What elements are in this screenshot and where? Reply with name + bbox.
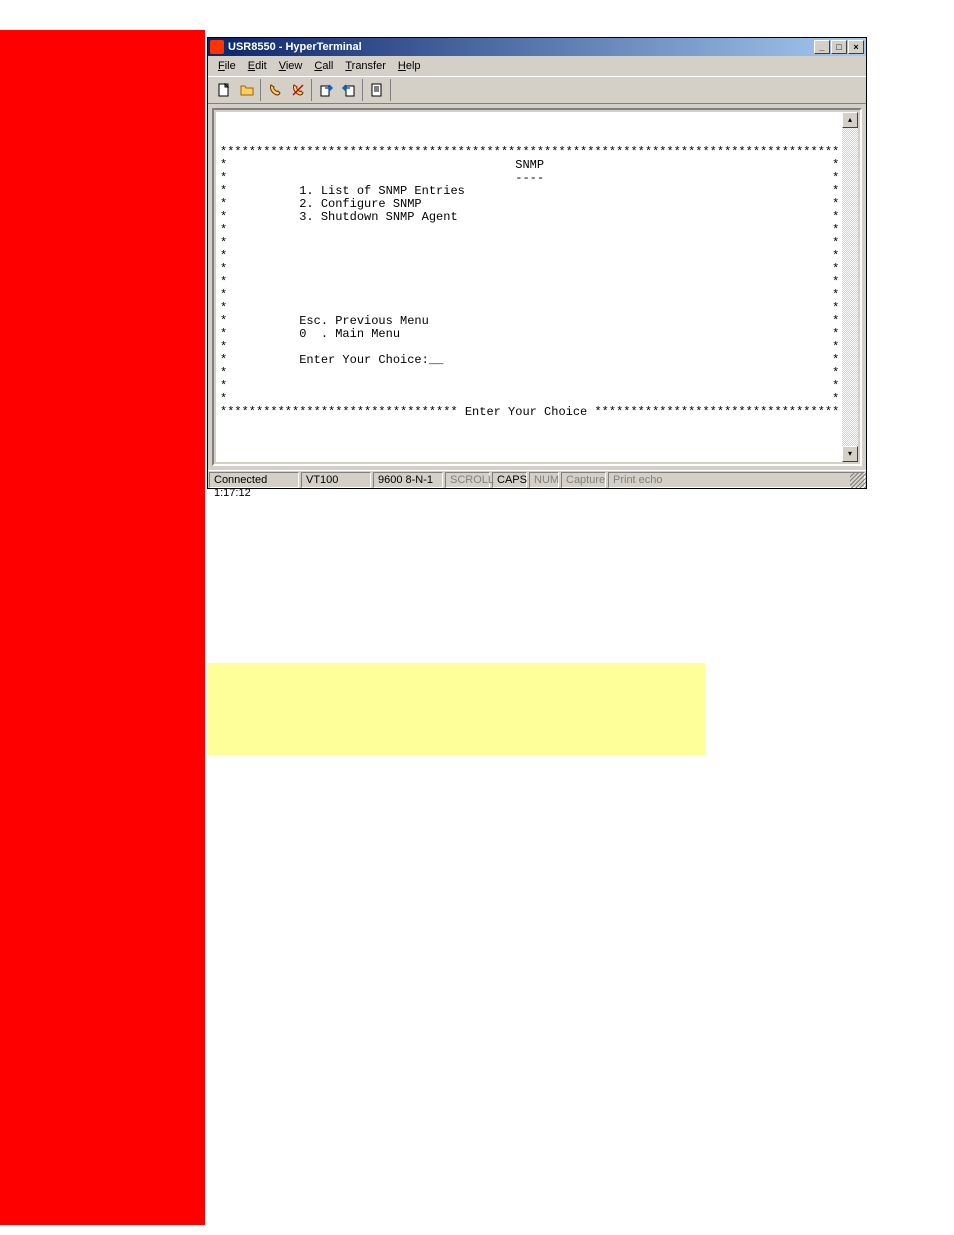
terminal-output[interactable]: ****************************************… [216, 112, 842, 462]
receive-icon[interactable] [337, 79, 360, 101]
status-capture: Capture [561, 472, 606, 488]
status-caps: CAPS [492, 472, 527, 488]
app-icon [210, 40, 224, 54]
menu-transfer[interactable]: Transfer [339, 58, 392, 74]
status-emulation: VT100 [301, 472, 371, 488]
scroll-up-button[interactable]: ▴ [842, 112, 858, 128]
resize-grip[interactable] [850, 472, 866, 488]
status-settings: 9600 8-N-1 [373, 472, 443, 488]
menu-view[interactable]: View [273, 58, 309, 74]
status-printecho: Print echo [608, 472, 865, 488]
send-icon[interactable] [314, 79, 337, 101]
statusbar: Connected 1:17:12 VT100 9600 8-N-1 SCROL… [208, 470, 866, 488]
menu-edit[interactable]: Edit [242, 58, 273, 74]
minimize-button[interactable]: _ [814, 40, 830, 54]
close-button[interactable]: × [848, 40, 864, 54]
yellow-note-box [207, 663, 705, 755]
window-buttons: _ □ × [814, 40, 864, 54]
status-num: NUM [529, 472, 559, 488]
status-connected: Connected 1:17:12 [209, 472, 299, 488]
properties-icon[interactable] [365, 79, 388, 101]
scrollbar[interactable]: ▴ ▾ [842, 112, 858, 462]
menu-help[interactable]: Help [392, 58, 427, 74]
phone-disconnect-icon[interactable] [286, 79, 309, 101]
menu-call[interactable]: Call [308, 58, 339, 74]
scroll-down-button[interactable]: ▾ [842, 446, 858, 462]
terminal-frame: ****************************************… [212, 108, 862, 466]
status-scroll: SCROLL [445, 472, 490, 488]
toolbar [208, 76, 866, 104]
scroll-track[interactable] [842, 128, 858, 446]
menu-file[interactable]: File [212, 58, 242, 74]
open-folder-icon[interactable] [235, 79, 258, 101]
red-sidebar [0, 30, 205, 1225]
hyperterminal-window: USR8550 - HyperTerminal _ □ × File Edit … [207, 37, 867, 489]
new-file-icon[interactable] [212, 79, 235, 101]
phone-connect-icon[interactable] [263, 79, 286, 101]
menubar: File Edit View Call Transfer Help [208, 56, 866, 76]
titlebar[interactable]: USR8550 - HyperTerminal _ □ × [208, 38, 866, 56]
window-title: USR8550 - HyperTerminal [228, 41, 814, 53]
terminal-wrapper: ****************************************… [208, 104, 866, 470]
maximize-button[interactable]: □ [831, 40, 847, 54]
